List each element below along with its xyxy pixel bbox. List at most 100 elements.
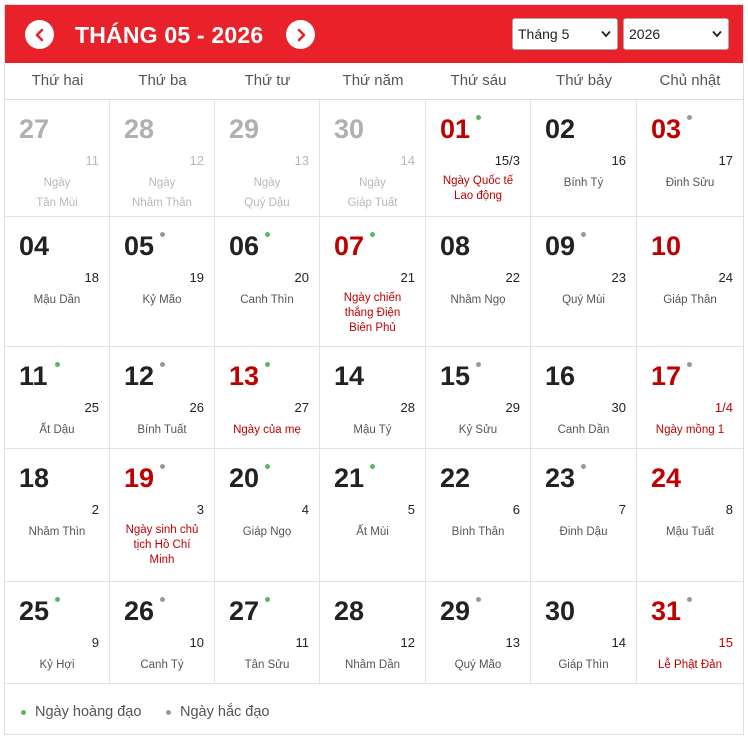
can-chi-day-label: Giáp Ngọ (242, 526, 292, 538)
day-cell[interactable]: 25 9 Kỷ Hợi (5, 582, 110, 684)
good-day-dot-icon (265, 362, 270, 367)
lunar-day: 15/3 (494, 153, 520, 168)
day-cell[interactable]: 13 27 Ngày của mẹ (215, 347, 320, 449)
can-chi-day-label: Bính Tuất (137, 424, 187, 436)
bad-day-dot-icon (581, 232, 586, 237)
day-cell[interactable]: 30 14 Giáp Thìn (531, 582, 637, 684)
day-cell[interactable]: 30 14 Ngày Giáp Tuất (320, 100, 426, 217)
solar-day-number: 28 (334, 596, 365, 626)
day-cell[interactable]: 05 19 Kỷ Mão (110, 217, 215, 347)
day-cell[interactable]: 07 21 Ngày chiến thắng Điện Biên Phủ (320, 217, 426, 347)
day-cell[interactable]: 27 11 Ngày Tân Mùi (5, 100, 110, 217)
day-cell[interactable]: 04 18 Mậu Dần (5, 217, 110, 347)
can-chi-day-label: Bính Tý (563, 177, 604, 189)
can-chi-day-label: Quý Mùi (562, 294, 605, 306)
day-cell[interactable]: 23 7 Đinh Dậu (531, 449, 637, 582)
day-cell[interactable]: 16 30 Canh Dần (531, 347, 637, 449)
day-cell[interactable]: 31 15 Lễ Phật Đản (637, 582, 743, 684)
solar-day-number: 30 (545, 596, 576, 626)
day-cell[interactable]: 09 23 Quý Mùi (531, 217, 637, 347)
solar-day-number: 15 (440, 361, 471, 391)
solar-day-number: 03 (651, 114, 682, 144)
lunar-day: 15 (718, 635, 733, 650)
can-chi-day-label: Giáp Thìn (558, 659, 609, 671)
solar-day-number: 30 (334, 114, 365, 144)
bad-day-dot-icon (687, 115, 692, 120)
day-cell[interactable]: 03 17 Đinh Sửu (637, 100, 743, 217)
weekday-header-row: Thứ hai Thứ ba Thứ tư Thứ năm Thứ sáu Thứ bảy… (5, 63, 743, 100)
can-chi-day-label: Mậu Tý (353, 424, 392, 436)
prev-month-button[interactable] (25, 20, 54, 49)
lunar-day: 9 (91, 635, 99, 650)
year-select[interactable]: 2026 (623, 18, 729, 50)
lunar-day: 14 (400, 153, 415, 168)
day-cell[interactable]: 27 11 Tân Sửu (215, 582, 320, 684)
bad-day-dot-icon (687, 362, 692, 367)
can-chi-day-label: Nhâm Thìn (28, 526, 86, 538)
day-cell[interactable]: 24 8 Mậu Tuất (637, 449, 743, 582)
day-cell[interactable]: 02 16 Bính Tý (531, 100, 637, 217)
lunar-day: 22 (505, 270, 520, 285)
solar-day-number: 11 (19, 361, 48, 391)
bad-day-dot-icon (160, 464, 165, 469)
lunar-day: 14 (611, 635, 626, 650)
day-cell[interactable]: 01 15/3 Ngày Quốc tế Lao động (426, 100, 531, 217)
day-cell[interactable]: 12 26 Bính Tuất (110, 347, 215, 449)
day-cell[interactable]: 18 2 Nhâm Thìn (5, 449, 110, 582)
lunar-day: 13 (505, 635, 520, 650)
lunar-day: 25 (84, 400, 99, 415)
solar-day-number: 25 (19, 596, 50, 626)
day-cell[interactable]: 08 22 Nhâm Ngọ (426, 217, 531, 347)
can-chi-day-label: Nhâm Ngọ (450, 294, 506, 306)
bad-day-dot-icon (687, 597, 692, 602)
day-cell[interactable]: 06 20 Canh Thìn (215, 217, 320, 347)
lunar-day: 7 (618, 502, 626, 517)
day-cell[interactable]: 10 24 Giáp Thân (637, 217, 743, 347)
solar-day-number: 21 (334, 463, 365, 493)
lunar-day: 5 (407, 502, 415, 517)
solar-day-number: 20 (229, 463, 260, 493)
holiday-label: Ngày mồng 1 (655, 424, 725, 436)
day-cell[interactable]: 26 10 Canh Tý (110, 582, 215, 684)
lunar-day: 26 (189, 400, 204, 415)
lunar-day: 4 (301, 502, 309, 517)
weekday-label: Thứ tư (244, 72, 291, 89)
day-cell[interactable]: 29 13 Quý Mão (426, 582, 531, 684)
bad-day-dot-icon (166, 710, 171, 715)
solar-day-number: 12 (124, 361, 155, 391)
day-cell[interactable]: 19 3 Ngày sinh chủ tịch Hồ Chí Minh (110, 449, 215, 582)
bad-day-dot-icon (160, 232, 165, 237)
weekday-label: Chủ nhật (659, 72, 721, 89)
can-chi-day-label: Ngày Nhâm Thân (132, 177, 192, 209)
solar-day-number: 01 (440, 114, 471, 144)
day-cell[interactable]: 20 4 Giáp Ngọ (215, 449, 320, 582)
day-cell[interactable]: 21 5 Ất Mùi (320, 449, 426, 582)
lunar-day: 23 (611, 270, 626, 285)
lunar-day: 3 (196, 502, 204, 517)
day-cell[interactable]: 17 1/4 Ngày mồng 1 (637, 347, 743, 449)
month-select[interactable]: Tháng 5 (512, 18, 618, 50)
day-cell[interactable]: 28 12 Ngày Nhâm Thân (110, 100, 215, 217)
weekday-label: Thứ năm (342, 72, 404, 89)
day-cell[interactable]: 28 12 Nhâm Dần (320, 582, 426, 684)
day-cell[interactable]: 22 6 Bính Thân (426, 449, 531, 582)
day-cell[interactable]: 29 13 Ngày Quý Dậu (215, 100, 320, 217)
good-day-dot-icon (370, 232, 375, 237)
can-chi-day-label: Kỷ Sửu (458, 424, 498, 436)
solar-day-number: 07 (334, 231, 365, 261)
solar-day-number: 22 (440, 463, 471, 493)
lunar-day: 12 (400, 635, 415, 650)
solar-day-number: 13 (229, 361, 260, 391)
good-day-dot-icon (265, 597, 270, 602)
day-cell[interactable]: 14 28 Mậu Tý (320, 347, 426, 449)
solar-day-number: 19 (124, 463, 155, 493)
lunar-day: 28 (400, 400, 415, 415)
solar-day-number: 06 (229, 231, 260, 261)
day-cell[interactable]: 11 25 Ất Dậu (5, 347, 110, 449)
solar-day-number: 17 (651, 361, 682, 391)
day-cell[interactable]: 15 29 Kỷ Sửu (426, 347, 531, 449)
lunar-day: 16 (611, 153, 626, 168)
weekday-label: Thứ hai (31, 72, 84, 89)
can-chi-day-label: Mậu Tuất (666, 526, 714, 538)
next-month-button[interactable] (286, 20, 315, 49)
